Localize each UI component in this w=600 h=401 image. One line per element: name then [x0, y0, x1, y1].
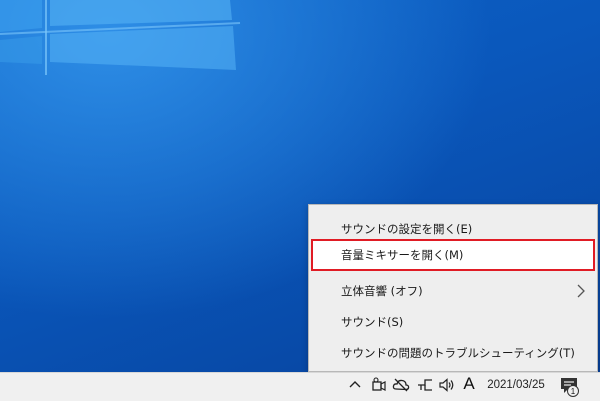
chevron-up-icon[interactable] — [346, 376, 364, 394]
chevron-right-icon — [577, 284, 585, 298]
menu-item-open-volume-mixer[interactable]: 音量ミキサーを開く(M) — [311, 239, 595, 271]
taskbar-clock-date[interactable]: 2021/03/25 — [484, 376, 548, 394]
meet-now-icon[interactable] — [370, 376, 388, 394]
menu-item-troubleshoot-sound[interactable]: サウンドの問題のトラブルシューティング(T) — [309, 337, 597, 369]
menu-item-label: 立体音響 (オフ) — [341, 284, 423, 298]
notification-count-badge: 1 — [567, 385, 579, 397]
menu-item-sounds[interactable]: サウンド(S) — [309, 306, 597, 338]
cloud-offline-icon[interactable] — [392, 376, 410, 394]
ime-indicator[interactable]: A — [462, 374, 476, 394]
speaker-icon[interactable] — [438, 376, 456, 394]
menu-item-label: 音量ミキサーを開く(M) — [341, 248, 464, 262]
menu-item-label: サウンドの問題のトラブルシューティング(T) — [341, 346, 575, 360]
menu-item-spatial-sound[interactable]: 立体音響 (オフ) — [309, 275, 597, 307]
windows-logo-wallpaper — [0, 0, 241, 75]
network-icon[interactable] — [416, 376, 434, 394]
speaker-context-menu: サウンドの設定を開く(E) 音量ミキサーを開く(M) 立体音響 (オフ) サウン… — [308, 204, 598, 372]
menu-item-label: サウンド(S) — [341, 315, 404, 329]
menu-item-label: サウンドの設定を開く(E) — [341, 222, 473, 236]
